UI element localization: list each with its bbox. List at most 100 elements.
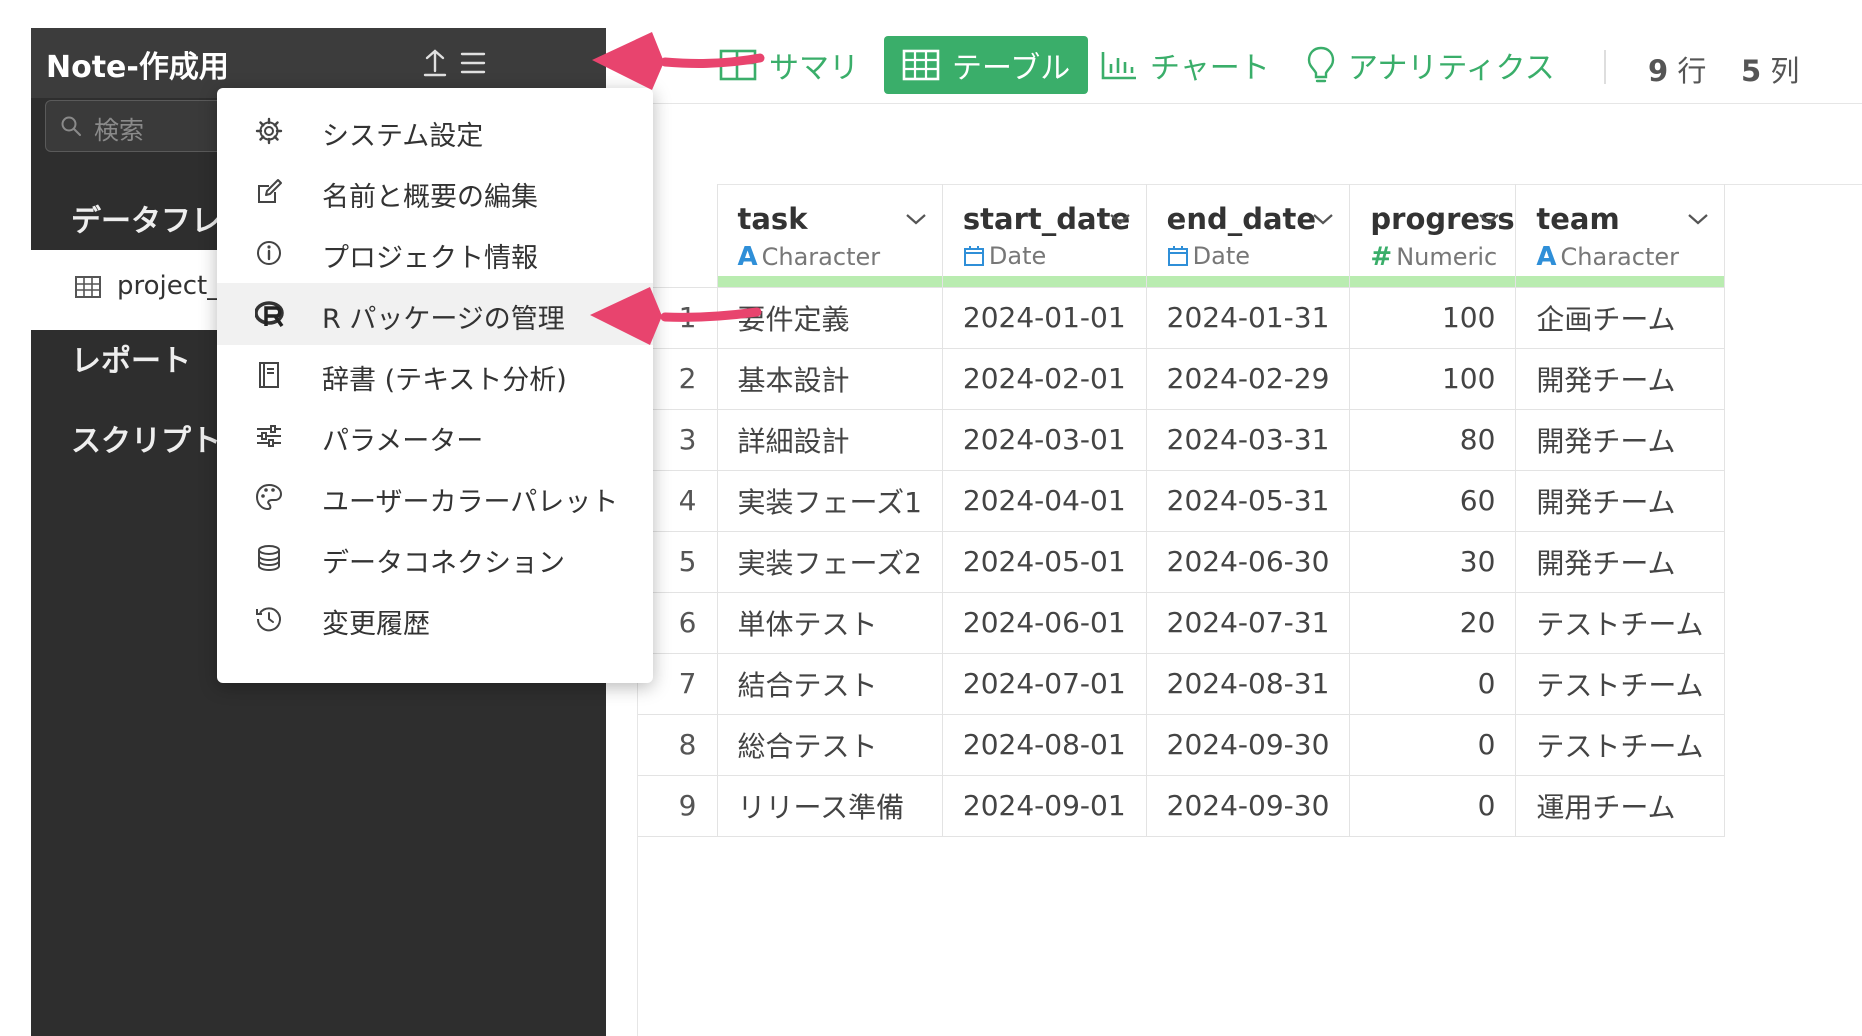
column-header-progress[interactable]: progress # Numeric: [1349, 184, 1517, 288]
table-cell[interactable]: 2024-05-31: [1146, 470, 1351, 532]
table-cell[interactable]: 開発チーム: [1515, 531, 1725, 593]
table-cell[interactable]: 2024-02-01: [942, 348, 1147, 410]
book-icon: [259, 362, 279, 388]
table-cell[interactable]: テストチーム: [1515, 653, 1725, 715]
data-grid: task A Character start_date Date end_dat…: [638, 184, 1725, 837]
table-cell[interactable]: 2024-03-01: [942, 409, 1147, 471]
project-title: Note-作成用: [46, 50, 229, 85]
app-window: Note-作成用 検索 データフレ project_s レポート スクリプト サ…: [0, 0, 1862, 1036]
table-cell[interactable]: 開発チーム: [1515, 409, 1725, 471]
menu-item-r-packages[interactable]: R パッケージの管理: [217, 283, 653, 345]
chevron-down-icon[interactable]: [1108, 211, 1132, 227]
table-cell[interactable]: 2024-09-30: [1146, 775, 1351, 837]
upload-icon[interactable]: [417, 45, 453, 81]
column-type: Date: [1167, 242, 1250, 270]
menu-item-edit-name[interactable]: 名前と概要の編集: [217, 161, 653, 223]
palette-icon: [255, 483, 283, 511]
section-dataframes[interactable]: データフレ: [71, 196, 221, 240]
calendar-icon: [1167, 246, 1188, 266]
table-cell[interactable]: 0: [1349, 653, 1517, 715]
menu-item-project-info[interactable]: プロジェクト情報: [217, 222, 653, 284]
table-cell[interactable]: 2024-08-01: [942, 714, 1147, 776]
table-cell[interactable]: 2024-08-31: [1146, 653, 1351, 715]
table-cell[interactable]: 100: [1349, 287, 1517, 349]
table-cell[interactable]: 2024-02-29: [1146, 348, 1351, 410]
chevron-down-icon[interactable]: [1311, 211, 1335, 227]
table-cell[interactable]: 80: [1349, 409, 1517, 471]
table-cell[interactable]: 総合テスト: [717, 714, 943, 776]
table-row: 8 総合テスト 2024-08-01 2024-09-30 0 テストチーム: [638, 714, 1725, 776]
table-cell[interactable]: 20: [1349, 592, 1517, 654]
table-cell[interactable]: テストチーム: [1515, 714, 1725, 776]
table-cell[interactable]: 2024-03-31: [1146, 409, 1351, 471]
menu-item-parameters[interactable]: パラメーター: [217, 405, 653, 467]
table-cell[interactable]: 2024-07-01: [942, 653, 1147, 715]
column-header-task[interactable]: task A Character: [717, 184, 943, 288]
table-cell[interactable]: 0: [1349, 775, 1517, 837]
menu-item-history[interactable]: 変更履歴: [217, 588, 653, 650]
table-cell[interactable]: 2024-09-30: [1146, 714, 1351, 776]
row-index: 8: [638, 714, 718, 776]
table-cell[interactable]: 企画チーム: [1515, 287, 1725, 349]
hamburger-menu-icon[interactable]: [455, 45, 491, 81]
column-quality-bar: [942, 275, 1146, 287]
r-logo-icon: [255, 301, 284, 328]
tab-table[interactable]: テーブル: [884, 36, 1089, 94]
table-cell[interactable]: 2024-05-01: [942, 531, 1147, 593]
row-index: 9: [638, 775, 718, 837]
calendar-icon: [963, 246, 984, 266]
info-icon: [257, 241, 281, 265]
tab-summary[interactable]: サマリ: [719, 36, 859, 94]
section-reports[interactable]: レポート: [71, 336, 191, 380]
column-quality-bar: [1350, 275, 1516, 287]
view-tabs: サマリ テーブル チャート アナリティクス 9 行 5 列: [606, 28, 1862, 104]
table-cell[interactable]: 2024-04-01: [942, 470, 1147, 532]
table-cell[interactable]: 2024-01-01: [942, 287, 1147, 349]
menu-item-data-connection[interactable]: データコネクション: [217, 527, 653, 589]
table-cell[interactable]: 実装フェーズ1: [717, 470, 943, 532]
table-cell[interactable]: テストチーム: [1515, 592, 1725, 654]
lightbulb-icon: [1307, 46, 1335, 83]
search-icon: [61, 116, 81, 136]
table-cell[interactable]: 結合テスト: [717, 653, 943, 715]
menu-item-color-palette[interactable]: ユーザーカラーパレット: [217, 466, 653, 528]
table-cell[interactable]: 60: [1349, 470, 1517, 532]
table-cell[interactable]: 開発チーム: [1515, 348, 1725, 410]
section-scripts[interactable]: スクリプト: [71, 416, 221, 460]
table-cell[interactable]: 100: [1349, 348, 1517, 410]
table-cell[interactable]: 開発チーム: [1515, 470, 1725, 532]
tab-chart[interactable]: チャート: [1100, 36, 1270, 94]
search-placeholder: 検索: [94, 116, 145, 145]
table-row: 1 要件定義 2024-01-01 2024-01-31 100 企画チーム: [638, 287, 1725, 349]
row-count: 9 行: [1648, 54, 1707, 88]
table-row: 2 基本設計 2024-02-01 2024-02-29 100 開発チーム: [638, 348, 1725, 410]
table-cell[interactable]: 単体テスト: [717, 592, 943, 654]
chevron-down-icon[interactable]: [904, 211, 928, 227]
table-cell[interactable]: 2024-07-31: [1146, 592, 1351, 654]
table-cell[interactable]: 0: [1349, 714, 1517, 776]
table-body: 1 要件定義 2024-01-01 2024-01-31 100 企画チーム 2 基本設計 20…: [638, 287, 1725, 837]
column-header-team[interactable]: team A Character: [1515, 184, 1725, 288]
table-cell[interactable]: 基本設計: [717, 348, 943, 410]
table-cell[interactable]: 2024-09-01: [942, 775, 1147, 837]
table-cell[interactable]: 2024-01-31: [1146, 287, 1351, 349]
sidebar-search-input[interactable]: 検索: [45, 100, 245, 152]
chevron-down-icon[interactable]: [1477, 211, 1501, 227]
menu-item-dictionary[interactable]: 辞書 (テキスト分析): [217, 344, 653, 406]
table-cell[interactable]: 詳細設計: [717, 409, 943, 471]
table-cell[interactable]: リリース準備: [717, 775, 943, 837]
menu-item-system-settings[interactable]: システム設定: [217, 100, 653, 162]
table-cell[interactable]: 30: [1349, 531, 1517, 593]
table-cell[interactable]: 2024-06-30: [1146, 531, 1351, 593]
tab-analytics[interactable]: アナリティクス: [1306, 36, 1555, 94]
table-cell[interactable]: 運用チーム: [1515, 775, 1725, 837]
column-header-end-date[interactable]: end_date Date: [1146, 184, 1351, 288]
header-row: task A Character start_date Date end_dat…: [638, 184, 1725, 288]
table-cell[interactable]: 要件定義: [717, 287, 943, 349]
chart-icon: [1101, 52, 1136, 80]
table-cell[interactable]: 2024-06-01: [942, 592, 1147, 654]
column-header-start-date[interactable]: start_date Date: [942, 184, 1147, 288]
history-icon: [256, 607, 281, 632]
chevron-down-icon[interactable]: [1686, 211, 1710, 227]
table-cell[interactable]: 実装フェーズ2: [717, 531, 943, 593]
